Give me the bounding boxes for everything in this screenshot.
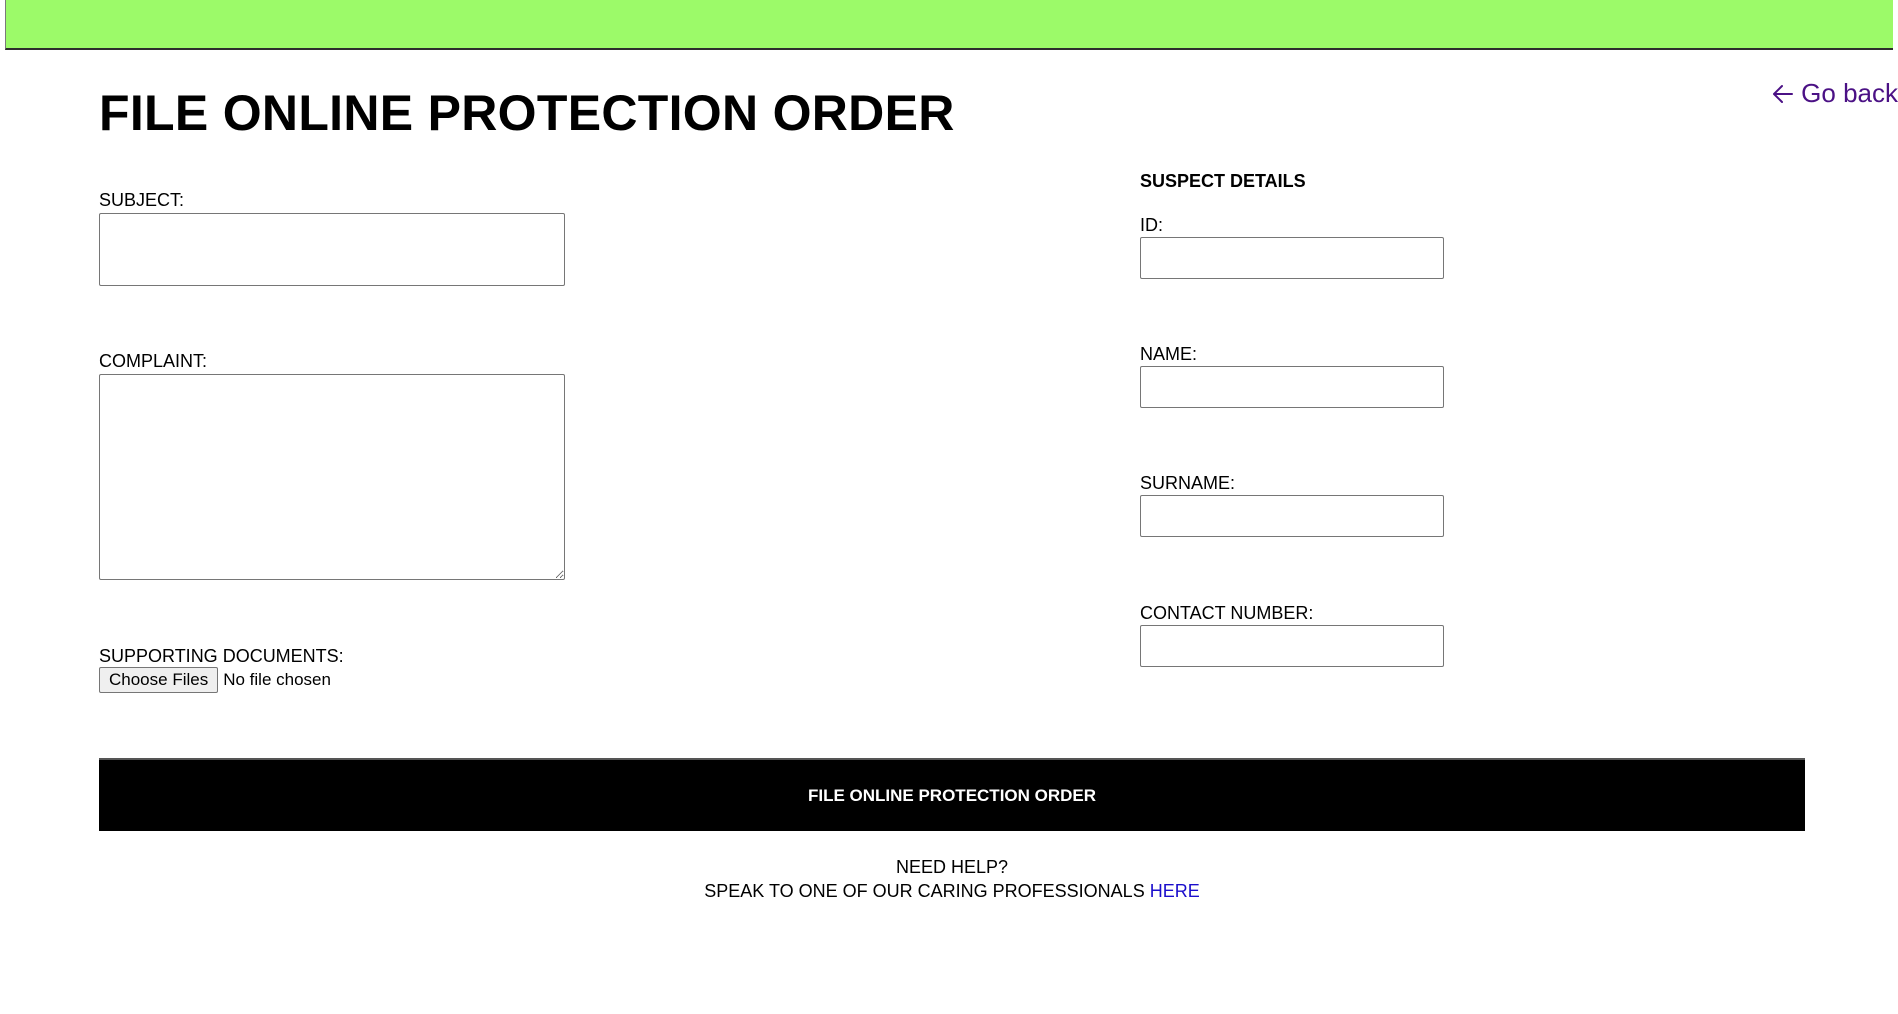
choose-files-button[interactable]: Choose Files xyxy=(99,667,219,693)
page: FILE ONLINE PROTECTION ORDER Go back SUB… xyxy=(0,0,1898,1014)
file-status: No file chosen xyxy=(223,670,331,689)
suspect-name-input[interactable] xyxy=(1140,366,1444,408)
subject-label: SUBJECT: xyxy=(99,190,185,210)
suspect-details-heading: SUSPECT DETAILS xyxy=(1140,171,1306,191)
help-line: SPEAK TO ONE OF OUR CARING PROFESSIONALS… xyxy=(99,879,1805,903)
arrow-left-icon xyxy=(1771,82,1795,106)
help-here-link[interactable]: HERE xyxy=(1150,881,1200,901)
subject-input[interactable] xyxy=(99,213,565,286)
suspect-id-input[interactable] xyxy=(1140,237,1444,279)
complaint-label: COMPLAINT: xyxy=(99,351,208,371)
page-title: FILE ONLINE PROTECTION ORDER xyxy=(99,85,955,141)
file-protection-order-button[interactable]: FILE ONLINE PROTECTION ORDER xyxy=(99,758,1805,831)
suspect-contact-number-label: CONTACT NUMBER: xyxy=(1140,603,1314,623)
suspect-surname-label: SURNAME: xyxy=(1140,473,1236,493)
help-text: SPEAK TO ONE OF OUR CARING PROFESSIONALS xyxy=(704,881,1145,901)
file-input: Choose Files No file chosen xyxy=(99,667,331,693)
top-bar xyxy=(5,0,1893,50)
suspect-contact-number-input[interactable] xyxy=(1140,625,1444,667)
help-question: NEED HELP? xyxy=(895,857,1009,877)
go-back-label: Go back xyxy=(1801,78,1898,108)
suspect-name-label: NAME: xyxy=(1140,344,1198,364)
suspect-surname-input[interactable] xyxy=(1140,495,1444,537)
suspect-id-label: ID: xyxy=(1140,215,1164,235)
go-back-link[interactable]: Go back xyxy=(1771,78,1898,109)
complaint-textarea[interactable] xyxy=(99,374,565,580)
supporting-documents-label: SUPPORTING DOCUMENTS: xyxy=(99,646,344,666)
